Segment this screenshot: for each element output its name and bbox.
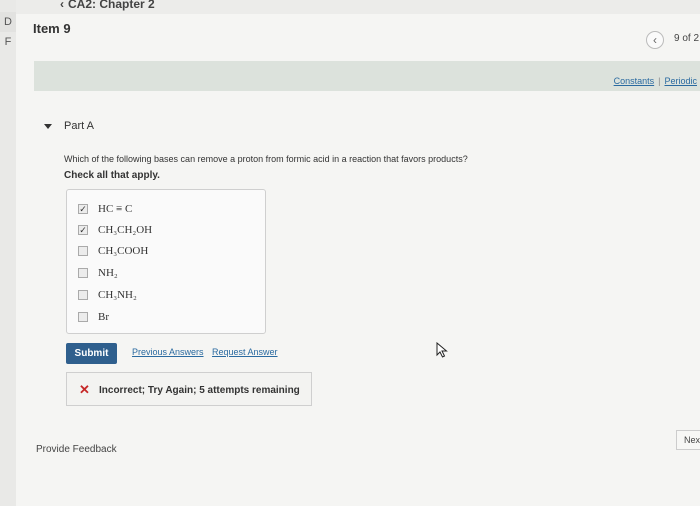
breadcrumb-label: CA2: Chapter 2	[68, 0, 155, 11]
checkbox-0[interactable]: ✓	[78, 204, 88, 214]
option-1[interactable]: ✓ CH₃CH₂OH	[78, 221, 152, 239]
toolbar-links: Constants | Periodic	[614, 76, 697, 86]
breadcrumb[interactable]: ‹ CA2: Chapter 2	[60, 0, 155, 11]
checkbox-4[interactable]	[78, 290, 88, 300]
checkbox-1[interactable]: ✓	[78, 225, 88, 235]
option-2[interactable]: CH₃COOH	[78, 242, 148, 260]
previous-answers-link[interactable]: Previous Answers	[132, 347, 204, 357]
option-3[interactable]: NH₂	[78, 264, 118, 282]
part-label: Part A	[64, 120, 94, 132]
option-label-4: CH₃NH₂	[98, 289, 137, 301]
checkbox-3[interactable]	[78, 268, 88, 278]
left-pane-fragment: D F	[0, 12, 16, 48]
x-icon: ✕	[79, 382, 90, 397]
answer-options-box: ✓ HC ≡ C ✓ CH₃CH₂OH CH₃COOH NH₂ CH₃NH₂ B…	[66, 189, 266, 334]
feedback-message: Incorrect; Try Again; 5 attempts remaini…	[99, 385, 300, 396]
mouse-cursor-icon	[436, 342, 448, 358]
option-5[interactable]: Br	[78, 308, 109, 326]
instruction-text: Check all that apply.	[64, 170, 160, 181]
option-label-1: CH₃CH₂OH	[98, 224, 153, 236]
option-0[interactable]: ✓ HC ≡ C	[78, 200, 132, 218]
question-text: Which of the following bases can remove …	[64, 154, 468, 164]
collapse-triangle-icon	[44, 123, 52, 129]
option-label-5: Br	[98, 311, 109, 323]
chevron-left-icon: ‹	[60, 0, 64, 11]
periodic-table-link[interactable]: Periodic	[664, 76, 697, 86]
provide-feedback-link[interactable]: Provide Feedback	[36, 444, 117, 455]
feedback-box: ✕ Incorrect; Try Again; 5 attempts remai…	[66, 372, 312, 406]
option-label-0: HC ≡ C	[98, 203, 133, 215]
option-label-2: CH₃COOH	[98, 245, 149, 257]
previous-item-button[interactable]: ‹	[646, 31, 664, 49]
checkbox-5[interactable]	[78, 312, 88, 322]
link-separator: |	[658, 76, 661, 86]
item-counter: 9 of 2	[674, 33, 700, 44]
constants-link[interactable]: Constants	[614, 76, 655, 86]
part-toolbar	[34, 61, 700, 91]
checkbox-2[interactable]	[78, 246, 88, 256]
option-label-3: NH₂	[98, 267, 118, 279]
request-answer-link[interactable]: Request Answer	[212, 347, 278, 357]
chevron-left-icon: ‹	[653, 33, 657, 47]
submit-button[interactable]: Submit	[66, 343, 117, 364]
part-a-header[interactable]: Part A	[44, 120, 94, 132]
option-4[interactable]: CH₃NH₂	[78, 286, 137, 304]
item-title: Item 9	[33, 21, 71, 36]
next-button[interactable]: Next	[676, 430, 700, 450]
